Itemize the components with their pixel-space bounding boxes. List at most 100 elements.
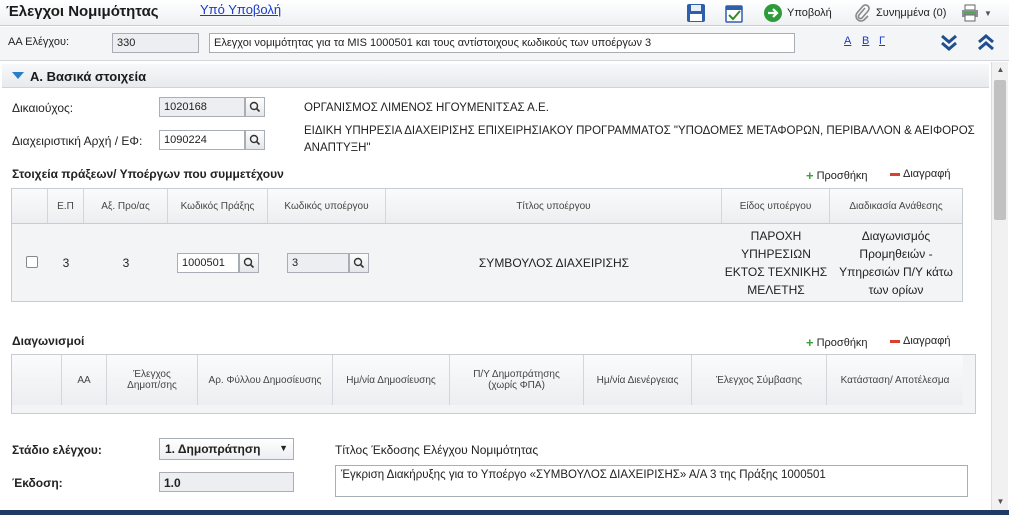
projects-grid: Ε.Π Αξ. Προ/ας Κωδικός Πράξης Κωδικός υπ… [11, 188, 963, 302]
row-type-line: ΠΑΡΟΧΗ [750, 229, 802, 243]
row-procedure-line: Υπηρεσιών Π/Υ κάτω [839, 265, 953, 279]
bottom-border [0, 510, 1009, 515]
minus-icon [890, 339, 900, 343]
row-type-line: ΥΠΗΡΕΣΙΩΝ [741, 247, 811, 261]
search-icon [243, 257, 255, 269]
grid-header-budget[interactable]: Π/Υ Δημοπράτησης (χωρίς ΦΠΑ) [450, 355, 584, 405]
header-text: Έλεγχος [133, 369, 171, 380]
arrow-right-icon [764, 4, 782, 22]
tenders-add-label: Προσθήκη [816, 336, 868, 349]
search-icon [249, 134, 261, 146]
grid-header-tender-check[interactable]: Έλεγχος Δημοπ/σης [107, 355, 198, 405]
projects-add-button[interactable]: + Προσθήκη [806, 168, 868, 183]
issue-title-textarea[interactable]: Έγκριση Διακήρυξης για το Υποέργο «ΣΥΜΒΟ… [335, 465, 968, 497]
control-id-label: ΑΑ Ελέγχου: [8, 36, 70, 48]
chevron-down-icon: ▼ [279, 443, 288, 453]
grid-header-subproject-title[interactable]: Τίτλος υποέργου [386, 189, 722, 223]
header-text: Έλεγχος Σύμβασης [716, 374, 802, 386]
stage-label: Στάδιο ελέγχου: [12, 443, 102, 457]
stage-select[interactable]: 1. Δημοπράτηση ▼ [159, 438, 294, 460]
issue-title-text: Έγκριση Διακήρυξης για το Υποέργο «ΣΥΜΒΟ… [341, 469, 826, 481]
print-button[interactable]: ▼ [960, 3, 992, 23]
header-text: Αρ. Φύλλου Δημοσίευσης [208, 374, 322, 386]
authority-name-line-1: ΕΙΔΙΚΗ ΥΠΗΡΕΣΙΑ ΔΙΑΧΕΙΡΙΣΗΣ ΕΠΙΧΕΙΡΗΣΙΑΚ… [304, 125, 975, 137]
grid-header-aa[interactable]: ΑΑ [62, 355, 107, 405]
grid-header-ep[interactable]: Ε.Π [48, 189, 84, 223]
submit-button[interactable]: Υποβολή [763, 3, 832, 23]
row-action-code-field[interactable]: 1000501 [177, 253, 239, 273]
issue-title-label: Τίτλος Έκδοσης Ελέγχου Νομιμότητας [335, 443, 539, 457]
row-procedure-line: των ορίων [868, 283, 924, 297]
status-link[interactable]: Υπό Υποβολή [200, 2, 281, 17]
grid-header-priority[interactable]: Αξ. Προ/ας [84, 189, 168, 223]
authority-label: Διαχειριστική Αρχή / ΕΦ: [12, 134, 143, 148]
authority-lookup-button[interactable] [245, 130, 265, 150]
authority-code-field[interactable]: 1090224 [159, 130, 245, 150]
attachments-label: Συνημμένα (0) [876, 7, 947, 19]
section-a-header[interactable]: Α. Βασικά στοιχεία [2, 64, 989, 88]
authority-name-line-2: ΑΝΑΠΤΥΞΗ" [304, 142, 371, 154]
vertical-scrollbar[interactable]: ▲ ▼ [991, 62, 1008, 510]
stage-select-value: 1. Δημοπράτηση [165, 442, 261, 456]
grid-header-action-code[interactable]: Κωδικός Πράξης [168, 189, 268, 223]
row-action-lookup-button[interactable] [239, 253, 259, 273]
collapse-all-icon[interactable] [975, 33, 997, 53]
scroll-down-icon[interactable]: ▼ [992, 494, 1009, 510]
projects-delete-button[interactable]: Διαγραφή [890, 168, 951, 180]
grid-header-gazette-no[interactable]: Αρ. Φύλλου Δημοσίευσης [198, 355, 333, 405]
checklist-icon [725, 5, 743, 23]
plus-icon: + [806, 335, 814, 350]
grid-header-contract-check[interactable]: Έλεγχος Σύμβασης [692, 355, 827, 405]
row-type-line: ΜΕΛΕΤΗΣ [747, 283, 805, 297]
attachments-button[interactable]: Συνημμένα (0) [852, 3, 946, 23]
scrollbar-thumb[interactable] [994, 80, 1006, 220]
beneficiary-code-field: 1020168 [159, 97, 245, 117]
tenders-grid: ΑΑ Έλεγχος Δημοπ/σης Αρ. Φύλλου Δημοσίευ… [11, 354, 976, 414]
section-link-a[interactable]: A [844, 35, 851, 47]
authority-name: ΕΙΔΙΚΗ ΥΠΗΡΕΣΙΑ ΔΙΑΧΕΙΡΙΣΗΣ ΕΠΙΧΕΙΡΗΣΙΑΚ… [304, 123, 984, 157]
grid-header-publish-date[interactable]: Ημ/νία Δημοσίευσης [333, 355, 450, 405]
issue-label: Έκδοση: [12, 476, 63, 490]
grid-header-select [12, 355, 62, 405]
submit-label: Υποβολή [787, 7, 832, 19]
grid-header-subproject-type[interactable]: Είδος υποέργου [722, 189, 830, 223]
row-subproject-type: ΠΑΡΟΧΗ ΥΠΗΡΕΣΙΩΝ ΕΚΤΟΣ ΤΕΧΝΙΚΗΣ ΜΕΛΕΤΗΣ [722, 227, 830, 299]
tenders-section-title: Διαγωνισμοί [12, 334, 85, 348]
minus-icon [890, 172, 900, 176]
beneficiary-name: ΟΡΓΑΝΙΣΜΟΣ ΛΙΜΕΝΟΣ ΗΓΟΥΜΕΝΙΤΣΑΣ Α.Ε. [304, 102, 549, 114]
printer-icon [962, 4, 978, 22]
tenders-add-button[interactable]: + Προσθήκη [806, 335, 868, 350]
expand-all-icon[interactable] [938, 33, 960, 53]
row-subproject-title: ΣΥΜΒΟΥΛΟΣ ΔΙΑΧΕΙΡΙΣΗΣ [478, 256, 630, 270]
grid-header-status[interactable]: Κατάσταση/ Αποτέλεσμα [827, 355, 963, 405]
check-button[interactable] [724, 3, 744, 23]
section-a-title: Α. Βασικά στοιχεία [30, 69, 147, 84]
main-content: Α. Βασικά στοιχεία Δικαιούχος: 1020168 Ο… [0, 62, 991, 510]
save-button[interactable] [686, 3, 706, 23]
search-icon [249, 101, 261, 113]
plus-icon: + [806, 168, 814, 183]
tenders-delete-button[interactable]: Διαγραφή [890, 335, 951, 347]
row-subproject-code-field: 3 [287, 253, 349, 273]
grid-header-subproject-code[interactable]: Κωδικός υποέργου [268, 189, 386, 223]
header-text: Ημ/νία Δημοσίευσης [346, 374, 436, 386]
collapse-triangle-icon [12, 72, 24, 79]
control-id-field: 330 [112, 33, 199, 53]
section-link-b[interactable]: B [862, 35, 869, 47]
chevron-down-icon: ▼ [984, 8, 992, 18]
row-procedure-line: Προμηθειών - [859, 247, 933, 261]
table-row[interactable]: 3 3 1000501 3 ΣΥΜΒΟΥΛΟΣ ΔΙΑΧΕΙΡΙΣΗΣ ΠΑΡΟ… [12, 223, 962, 301]
projects-delete-label: Διαγραφή [903, 168, 951, 180]
row-checkbox[interactable] [26, 256, 38, 268]
grid-header-tender-date[interactable]: Ημ/νία Διενέργειας [584, 355, 692, 405]
beneficiary-lookup-button[interactable] [245, 97, 265, 117]
scroll-up-icon[interactable]: ▲ [992, 62, 1009, 78]
page-title: Έλεγχοι Νομιμότητας [6, 3, 159, 20]
row-subproject-lookup-button[interactable] [349, 253, 369, 273]
top-toolbar: Έλεγχοι Νομιμότητας Υπό Υποβολή Υποβολή … [0, 0, 1009, 26]
projects-section-title: Στοιχεία πράξεων/ Υποέργων που συμμετέχο… [12, 167, 284, 181]
grid-header-procedure[interactable]: Διαδικασία Ανάθεσης [830, 189, 962, 223]
control-description-field[interactable]: Ελεγχοι νομιμότητας για τα MIS 1000501 κ… [209, 33, 795, 53]
projects-add-label: Προσθήκη [816, 169, 868, 182]
section-link-c[interactable]: Γ [879, 35, 885, 47]
